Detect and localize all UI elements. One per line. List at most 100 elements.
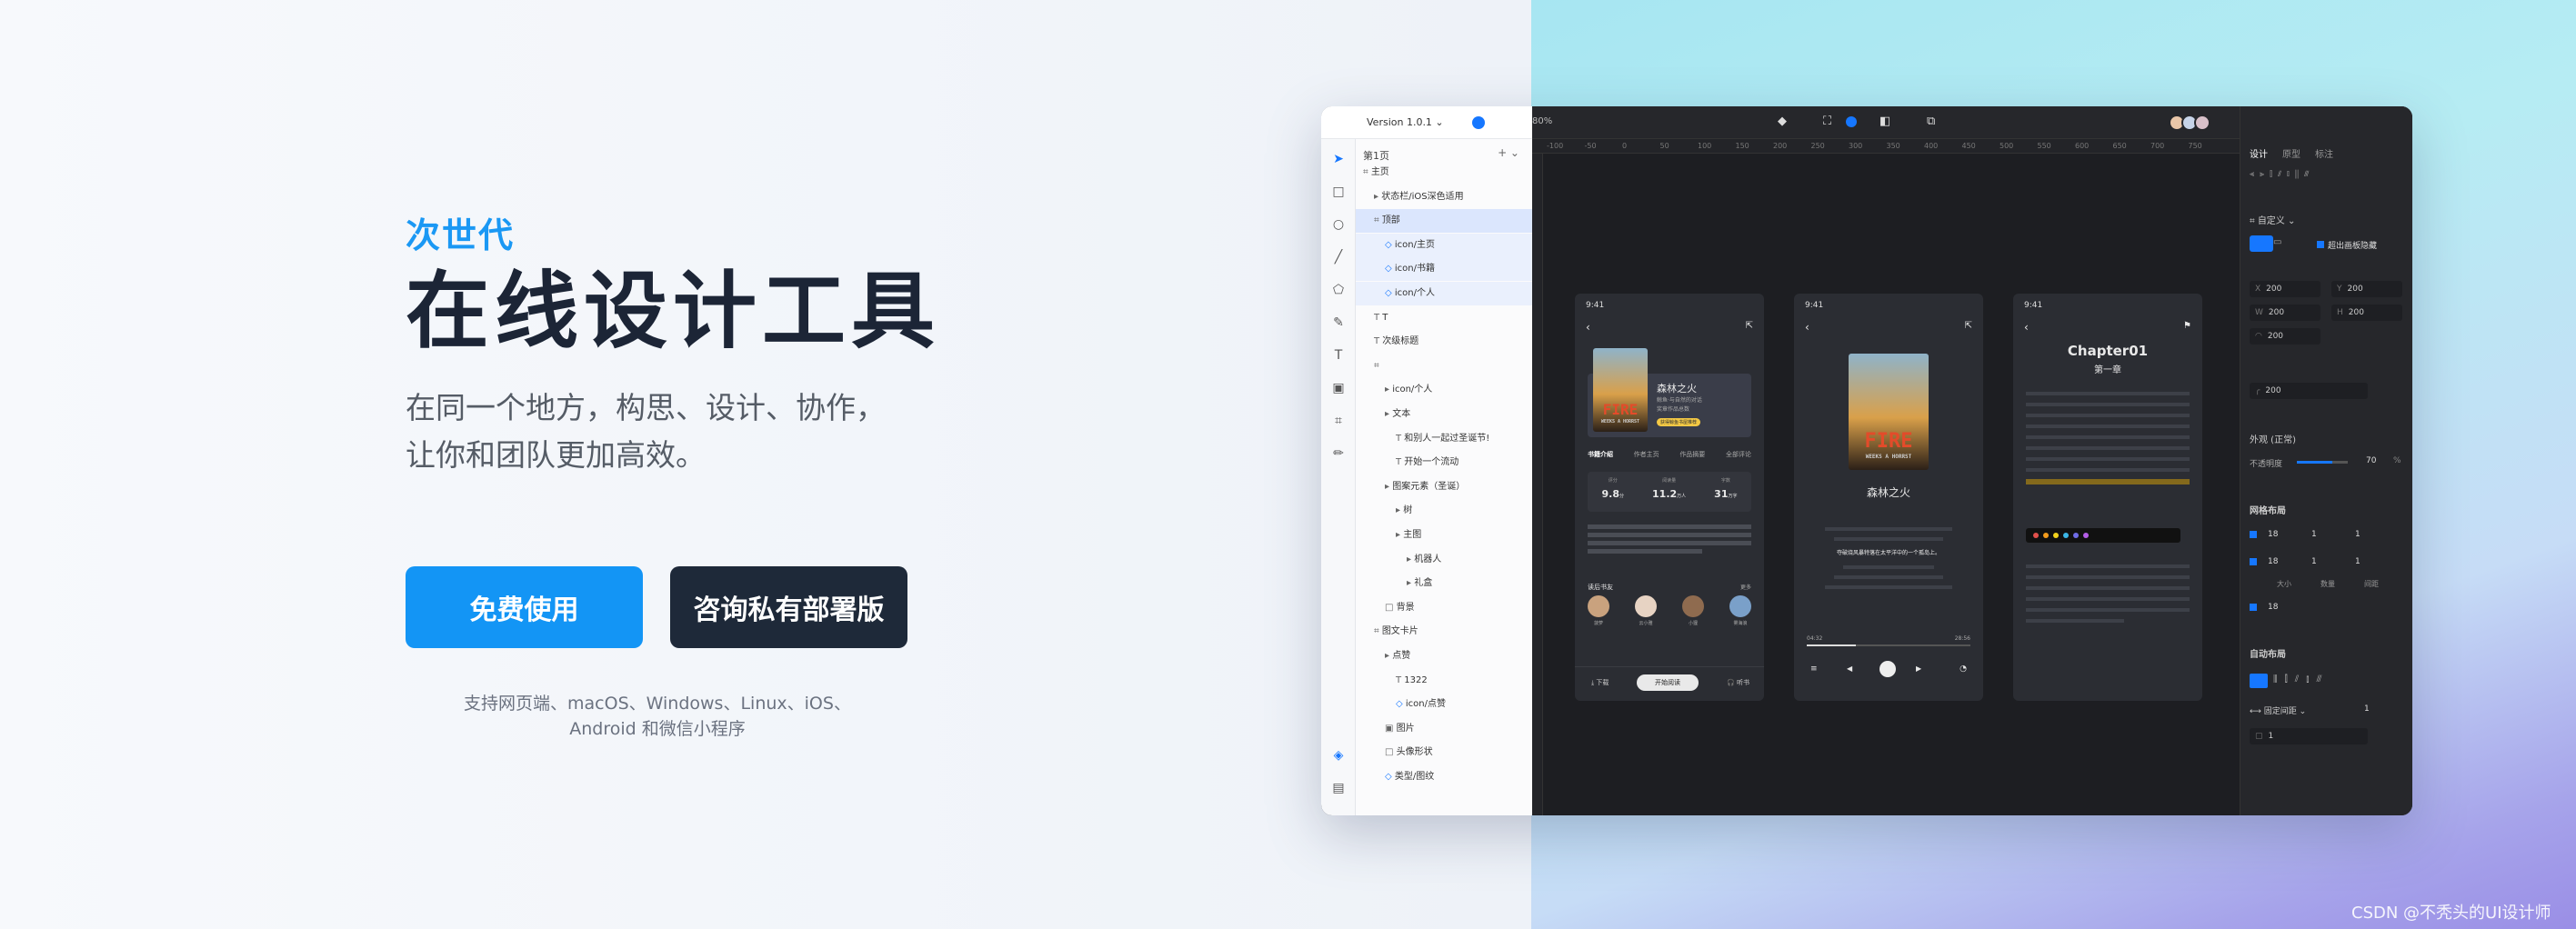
grid-value[interactable]: 18: [2268, 557, 2278, 566]
rectangle-icon[interactable]: □: [1331, 185, 1346, 199]
layer-row[interactable]: ◇ icon/点赞: [1356, 693, 1532, 716]
layer-row[interactable]: ▸ 状态栏/iOS深色适用: [1356, 185, 1532, 209]
reader-item[interactable]: 云小雅: [1635, 595, 1657, 626]
grid-value[interactable]: 1: [2355, 557, 2360, 566]
color-red-icon[interactable]: [2033, 533, 2039, 538]
free-use-button[interactable]: 免费使用: [406, 566, 643, 648]
crop-icon[interactable]: ⛶: [1823, 115, 1831, 128]
layer-row[interactable]: T 次级标题: [1356, 330, 1532, 354]
listen-button[interactable]: 🎧 听书: [1727, 678, 1749, 687]
group-icon[interactable]: ⧉: [1927, 115, 1935, 128]
property-tab[interactable]: 原型: [2282, 146, 2300, 160]
layer-row[interactable]: ▸ 礼盒: [1356, 572, 1532, 595]
layer-row[interactable]: ⌗: [1356, 355, 1532, 378]
layer-row[interactable]: □ 背景: [1356, 596, 1532, 620]
private-deploy-button[interactable]: 咨询私有部署版: [670, 566, 907, 648]
progress-track[interactable]: [1807, 644, 1970, 646]
radius-field[interactable]: ╭ 200: [2250, 383, 2368, 399]
grid-value[interactable]: 1: [2311, 530, 2317, 539]
layer-row[interactable]: T 1322: [1356, 669, 1532, 693]
reader-item[interactable]: 菠萝: [1588, 595, 1609, 626]
component-icon[interactable]: ◆: [1778, 115, 1787, 128]
padding-field[interactable]: ▢ 1: [2250, 728, 2368, 744]
grid-value[interactable]: 1: [2355, 530, 2360, 539]
back-icon[interactable]: ‹: [1586, 321, 1590, 334]
property-tab[interactable]: 标注: [2315, 146, 2333, 160]
timer-icon[interactable]: ◔: [1960, 664, 1967, 674]
grid-checkbox[interactable]: [2250, 558, 2257, 565]
frame-icon[interactable]: ⌗: [1331, 414, 1346, 428]
appearance-label[interactable]: 外观 (正常): [2250, 432, 2296, 445]
layer-row[interactable]: ⌗ 顶部: [1356, 209, 1532, 234]
layer-row[interactable]: ▸ 树: [1356, 499, 1532, 523]
avatar[interactable]: [2194, 115, 2210, 131]
boolean-icon[interactable]: [1846, 116, 1857, 127]
grid-value[interactable]: 18: [2268, 603, 2278, 612]
layer-row[interactable]: ◇ icon/个人: [1356, 282, 1532, 305]
w-field[interactable]: W 200: [2250, 305, 2320, 321]
zoom-level[interactable]: 80%: [1532, 116, 1552, 126]
add-page-icon[interactable]: + ⌄: [1498, 146, 1519, 159]
y-field[interactable]: Y 200: [2331, 281, 2402, 297]
book-tab[interactable]: 作品摘要: [1679, 450, 1705, 459]
auto-layout-direction[interactable]: [2250, 674, 2268, 688]
mask-icon[interactable]: ◧: [1879, 115, 1890, 128]
layer-row[interactable]: ◇ 类型/图纹: [1356, 765, 1532, 789]
layers-icon[interactable]: ◈: [1331, 748, 1346, 763]
reader-item[interactable]: 雾海浪: [1729, 595, 1751, 626]
layer-row[interactable]: T 开始一个流动: [1356, 451, 1532, 474]
grid-value[interactable]: 1: [2311, 557, 2317, 566]
back-icon[interactable]: ‹: [1805, 321, 1809, 334]
back-icon[interactable]: ‹: [2024, 321, 2029, 334]
layer-row[interactable]: ◇ icon/主页: [1356, 233, 1532, 257]
fixed-spacing-select[interactable]: ⟷ 固定间距 ⌄: [2250, 704, 2306, 716]
h-field[interactable]: H 200: [2331, 305, 2402, 321]
download-button[interactable]: ⤓ 下载: [1591, 678, 1609, 687]
clip-checkbox[interactable]: 超出画板隐藏: [2317, 239, 2377, 251]
share-icon[interactable]: ⇱: [1965, 321, 1972, 331]
text-icon[interactable]: T: [1331, 348, 1346, 363]
book-tab[interactable]: 书籍介绍: [1588, 450, 1613, 459]
layer-row[interactable]: ⌗ 主页: [1356, 161, 1532, 185]
landscape-toggle[interactable]: ▭: [2273, 237, 2281, 247]
book-tab[interactable]: 作者主页: [1634, 450, 1659, 459]
next-icon[interactable]: ▶: [1916, 664, 1921, 673]
version-select[interactable]: Version 1.0.1 ⌄: [1367, 116, 1444, 128]
color-indigo-icon[interactable]: [2073, 533, 2079, 538]
layer-row[interactable]: □ 头像形状: [1356, 741, 1532, 764]
align-icons[interactable]: ⫷⫸⫿⫽⫾⫼⫻: [2250, 170, 2404, 179]
frame-select[interactable]: ⌗ 自定义 ⌄: [2250, 213, 2295, 226]
property-tab[interactable]: 设计: [2250, 146, 2268, 160]
color-blue-icon[interactable]: [2063, 533, 2069, 538]
assets-icon[interactable]: ▤: [1331, 781, 1346, 795]
start-reading-button[interactable]: 开始阅读: [1637, 674, 1699, 691]
pause-button[interactable]: [1879, 661, 1896, 677]
line-icon[interactable]: ╱: [1331, 250, 1346, 265]
book-tab[interactable]: 全部评论: [1726, 450, 1751, 459]
layer-row[interactable]: ▸ 点赞: [1356, 644, 1532, 668]
brush-icon[interactable]: ✏: [1331, 446, 1346, 461]
grid-checkbox[interactable]: [2250, 604, 2257, 611]
grid-value[interactable]: 18: [2268, 530, 2278, 539]
layer-row[interactable]: ▣ 图片: [1356, 717, 1532, 741]
phone-frame-reader[interactable]: 9:41 ‹ ⚑ Chapter01 第一章: [2013, 294, 2202, 701]
prev-icon[interactable]: ◀: [1847, 664, 1852, 673]
rotation-field[interactable]: ◠ 200: [2250, 328, 2320, 345]
opacity-slider[interactable]: [2297, 461, 2348, 464]
polygon-icon[interactable]: ⬠: [1331, 283, 1346, 297]
phone-frame-detail[interactable]: 9:41 ‹ ⇱ FIRE WEEKS A HORRST 森林之火 鲸鱼·与自然…: [1575, 294, 1764, 701]
image-icon[interactable]: ▣: [1331, 381, 1346, 395]
playlist-icon[interactable]: ≡: [1810, 664, 1818, 674]
readers-more[interactable]: 更多: [1740, 583, 1751, 591]
auto-spacing-value[interactable]: 1: [2364, 704, 2370, 714]
pen-icon[interactable]: ✎: [1331, 315, 1346, 330]
layer-row[interactable]: ▸ 文本: [1356, 403, 1532, 426]
pointer-icon[interactable]: ➤: [1331, 152, 1346, 166]
layer-row[interactable]: ▸ 主图: [1356, 524, 1532, 547]
opacity-value[interactable]: 70: [2366, 456, 2376, 465]
layer-row[interactable]: ▸ 图案元素（圣诞）: [1356, 475, 1532, 499]
reader-item[interactable]: 小狸: [1682, 595, 1704, 626]
layer-row[interactable]: ▸ icon/个人: [1356, 378, 1532, 402]
layer-row[interactable]: ◇ icon/书籍: [1356, 257, 1532, 282]
layer-row[interactable]: T 和别人一起过圣诞节!: [1356, 427, 1532, 451]
